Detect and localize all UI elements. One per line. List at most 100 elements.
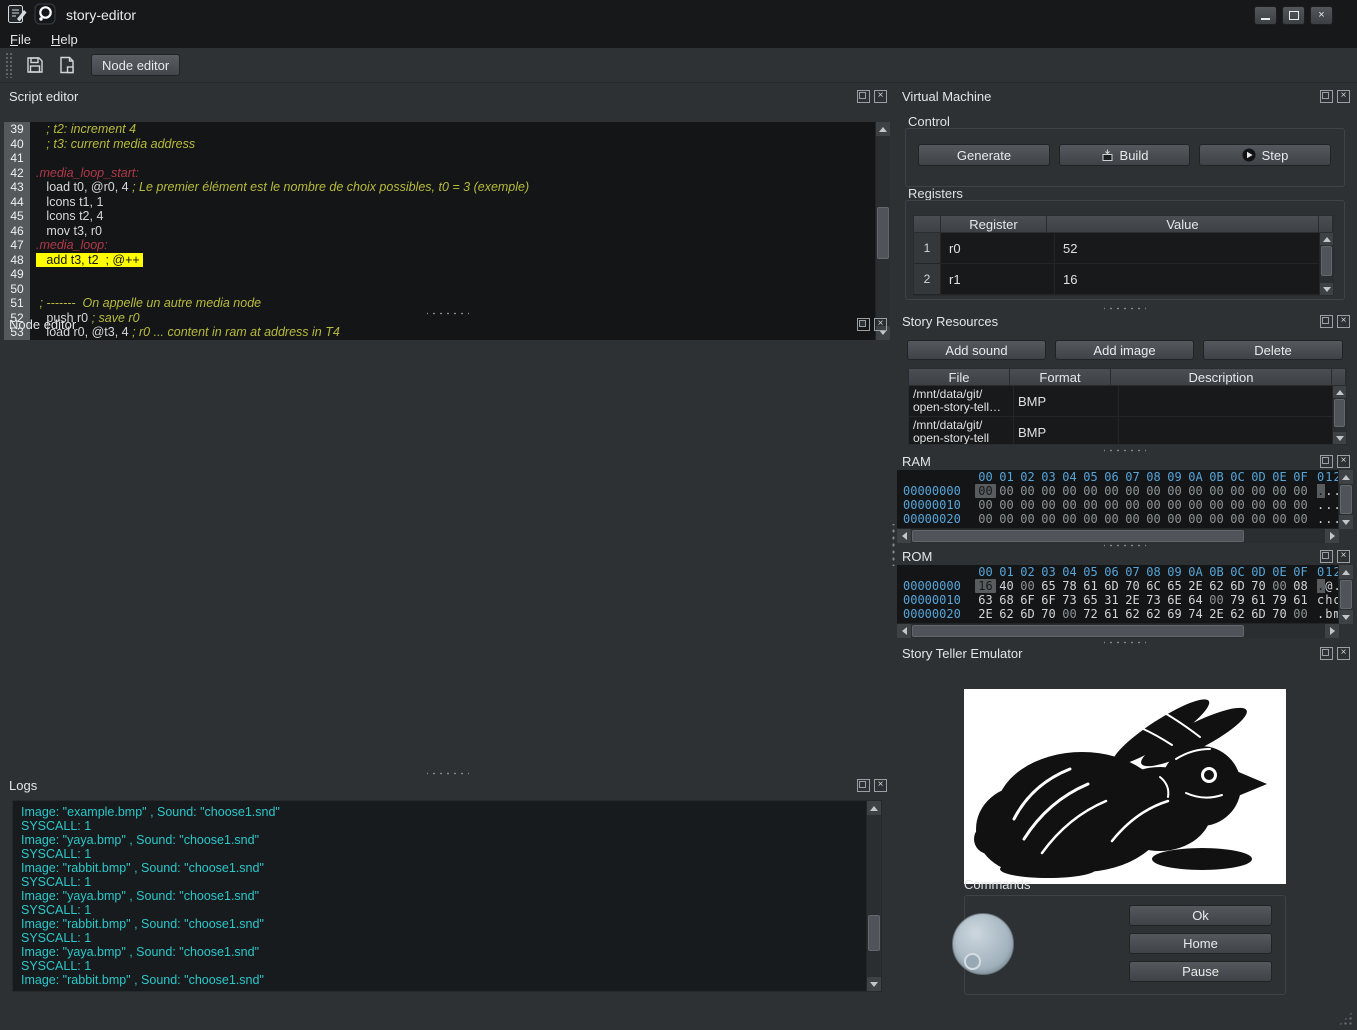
scrollbar-thumb[interactable] [1321,246,1332,276]
rom-vertical-scrollbar[interactable] [1338,565,1353,624]
hex-byte[interactable]: 62 [1206,579,1227,593]
delete-button[interactable]: Delete [1203,340,1343,360]
logs-vertical-scrollbar[interactable] [866,801,881,991]
rom-hex-view[interactable]: 000102030405060708090A0B0C0D0E0F01200000… [897,565,1339,624]
script-editor-content[interactable]: 39 ; t2: increment 440 ; t3: current med… [4,122,890,340]
splitter-handle[interactable] [427,771,469,776]
hex-byte[interactable]: 40 [996,579,1017,593]
script-vertical-scrollbar[interactable] [875,122,890,340]
hex-byte[interactable]: 00 [1185,498,1206,512]
vertical-splitter-handle[interactable] [891,524,896,566]
hex-byte[interactable]: 00 [1017,512,1038,526]
hex-row[interactable]: 0000001063686F6F7365312E736E640079617961… [897,593,1339,607]
toolbar-drag-handle[interactable] [5,52,13,78]
hex-byte[interactable]: 70 [1269,607,1290,621]
scroll-down-icon[interactable] [1339,515,1353,529]
float-panel-icon[interactable] [1320,647,1333,660]
hex-byte[interactable]: 00 [1227,484,1248,498]
hex-byte[interactable]: 00 [1143,512,1164,526]
scroll-left-icon[interactable] [897,529,911,543]
hex-byte[interactable]: 62 [1227,607,1248,621]
value-column-header[interactable]: Value [1047,216,1319,233]
hex-byte[interactable]: 00 [1059,484,1080,498]
hex-byte[interactable]: 00 [1059,498,1080,512]
hex-byte[interactable]: 00 [1290,607,1311,621]
hex-byte[interactable]: 61 [1290,593,1311,607]
hex-row[interactable]: 000000001640006578616D706C652E626D700008… [897,579,1339,593]
hex-byte[interactable]: 00 [1227,512,1248,526]
float-panel-icon[interactable] [1320,455,1333,468]
register-row[interactable]: 2r116 [914,264,1333,295]
hex-byte[interactable]: 65 [1080,593,1101,607]
hex-byte[interactable]: 00 [1206,484,1227,498]
hex-byte[interactable]: 00 [1185,512,1206,526]
hex-byte[interactable]: 00 [1122,484,1143,498]
hex-byte[interactable]: 65 [1038,579,1059,593]
hex-byte[interactable]: 00 [1206,498,1227,512]
add-sound-button[interactable]: Add sound [907,340,1046,360]
add-image-button[interactable]: Add image [1055,340,1194,360]
close-panel-icon[interactable]: × [1337,315,1350,328]
hex-byte[interactable]: 62 [1143,607,1164,621]
hex-byte[interactable]: 00 [1248,498,1269,512]
hex-byte[interactable]: 78 [1059,579,1080,593]
hex-byte[interactable]: 64 [1185,593,1206,607]
hex-byte[interactable]: 00 [1185,484,1206,498]
registers-vertical-scrollbar[interactable] [1319,233,1333,295]
scroll-down-icon[interactable] [1320,283,1333,295]
scrollbar-thumb[interactable] [1334,399,1345,427]
hex-byte[interactable]: 16 [975,579,996,593]
hex-byte[interactable]: 00 [1290,498,1311,512]
hex-byte[interactable]: 00 [1206,512,1227,526]
hex-row[interactable]: 0000002000000000000000000000000000000000… [897,512,1339,526]
logs-output[interactable]: Image: "example.bmp" , Sound: "choose1.s… [12,800,882,992]
hex-byte[interactable]: 6D [1248,607,1269,621]
hex-byte[interactable]: 65 [1164,579,1185,593]
close-panel-icon[interactable]: × [874,318,887,331]
hex-byte[interactable]: 00 [975,484,996,498]
scroll-down-icon[interactable] [1333,432,1346,444]
ram-vertical-scrollbar[interactable] [1338,470,1353,529]
hex-byte[interactable]: 00 [996,498,1017,512]
hex-byte[interactable]: 00 [1164,498,1185,512]
script-line[interactable]: 48 add t3, t2 ; @++ [4,253,876,268]
script-line[interactable]: 46 mov t3, r0 [4,224,876,239]
hex-byte[interactable]: 00 [1122,498,1143,512]
hex-byte[interactable]: 62 [996,607,1017,621]
hex-byte[interactable]: 00 [1206,593,1227,607]
script-line[interactable]: 43 load t0, @r0, 4 ; Le premier élément … [4,180,876,195]
hex-byte[interactable]: 00 [1164,512,1185,526]
float-panel-icon[interactable] [1320,550,1333,563]
script-line[interactable]: 49 [4,267,876,282]
rom-horizontal-scrollbar[interactable] [897,623,1339,638]
hex-byte[interactable]: 00 [975,512,996,526]
scroll-right-icon[interactable] [1325,529,1339,543]
script-line[interactable]: 45 lcons t2, 4 [4,209,876,224]
hex-byte[interactable]: 00 [1227,498,1248,512]
resource-row[interactable]: /mnt/data/git/open-story-tellBMP [909,417,1346,445]
scroll-up-icon[interactable] [1339,565,1353,579]
hex-byte[interactable]: 00 [1059,512,1080,526]
hex-byte[interactable]: 68 [996,593,1017,607]
format-column-header[interactable]: Format [1010,369,1111,386]
hex-byte[interactable]: 00 [1017,579,1038,593]
generate-button[interactable]: Generate [918,144,1050,166]
script-line[interactable]: 50 [4,282,876,297]
scrollbar-thumb[interactable] [868,915,880,951]
close-button[interactable]: × [1310,6,1333,25]
register-column-header[interactable]: Register [941,216,1047,233]
save-icon[interactable] [25,55,45,75]
scrollbar-thumb[interactable] [1340,580,1352,609]
description-column-header[interactable]: Description [1111,369,1332,386]
hex-byte[interactable]: 00 [1290,512,1311,526]
hex-byte[interactable]: 00 [975,498,996,512]
hex-byte[interactable]: 00 [1269,498,1290,512]
hex-row[interactable]: 000000202E626D70007261626269742E626D7000… [897,607,1339,621]
scroll-right-icon[interactable] [1325,624,1339,638]
hex-byte[interactable]: 62 [1122,607,1143,621]
window-resize-grip[interactable] [1338,1011,1353,1026]
close-panel-icon[interactable]: × [874,779,887,792]
build-button[interactable]: Build [1059,144,1190,166]
close-panel-icon[interactable]: × [1337,550,1350,563]
hex-byte[interactable]: 2E [975,607,996,621]
